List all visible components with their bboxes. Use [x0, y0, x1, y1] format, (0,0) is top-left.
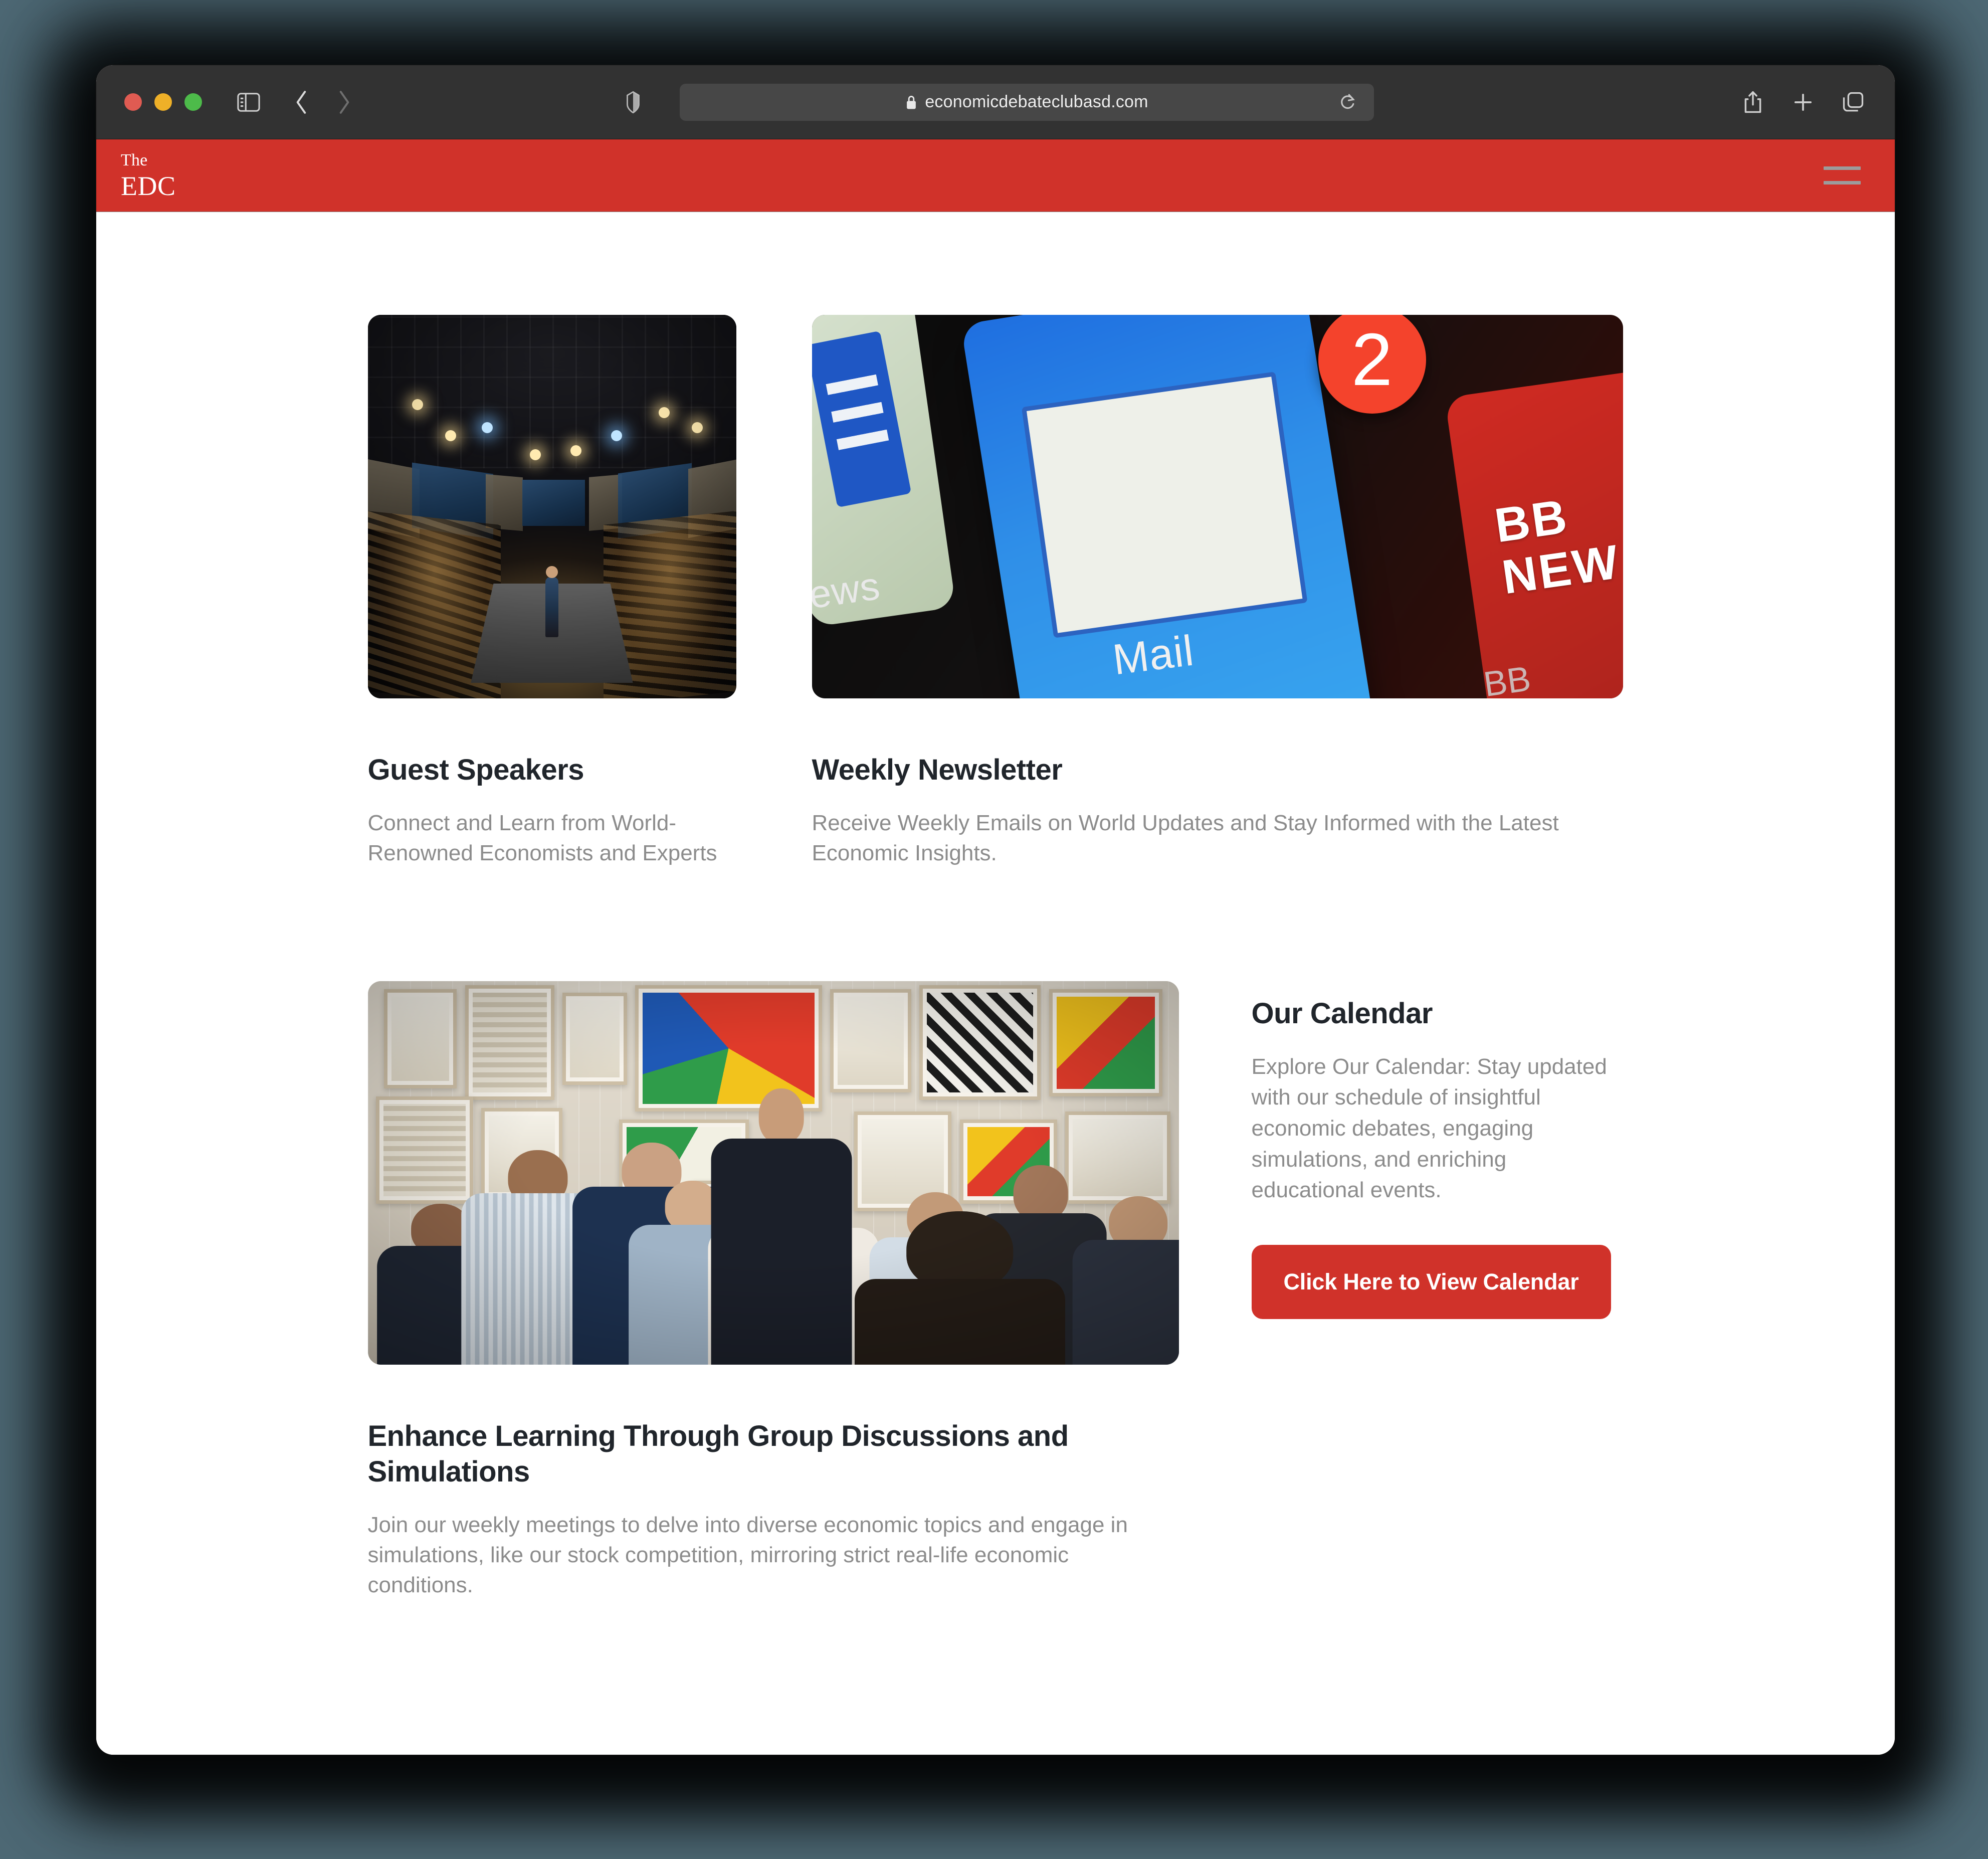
our-calendar-title: Our Calendar [1251, 997, 1433, 1030]
url-text: economicdebateclubasd.com [925, 92, 1148, 111]
back-arrow-icon[interactable] [286, 87, 317, 118]
privacy-shield-icon[interactable] [618, 87, 649, 118]
minimize-window-button[interactable] [154, 93, 172, 111]
weekly-newsletter-title: Weekly Newsletter [812, 754, 1063, 786]
envelope-icon [1021, 371, 1307, 638]
sidebar-toggle-icon[interactable] [233, 87, 264, 118]
feature-row-bottom: Enhance Learning Through Group Discussio… [367, 981, 1624, 1600]
logo-the-text: The [121, 150, 148, 169]
hamburger-menu-icon[interactable] [1823, 160, 1862, 191]
weekly-newsletter-body: Receive Weekly Emails on World Updates a… [812, 810, 1559, 866]
card-group-discussions: Enhance Learning Through Group Discussio… [367, 981, 1179, 1600]
card-weekly-newsletter: 2 BB NEW ews Mail BB Weekly Newsletter R… [812, 315, 1623, 868]
reload-icon[interactable] [1332, 87, 1363, 118]
card-our-calendar: Our Calendar Explore Our Calendar: Stay … [1251, 981, 1623, 1319]
bbc-news-tile: BB NEW [1444, 365, 1623, 698]
logo-edc-text: EDC [121, 170, 176, 201]
bbc-bottom-label: BB [1481, 658, 1533, 698]
guest-speakers-body: Connect and Learn from World-Renowned Ec… [367, 810, 717, 866]
notification-badge: 2 [1318, 315, 1426, 414]
hamburger-bar [1824, 166, 1861, 170]
maximize-window-button[interactable] [184, 93, 202, 111]
address-bar[interactable]: economicdebateclubasd.com [679, 83, 1374, 121]
our-calendar-body: Explore Our Calendar: Stay updated with … [1251, 1054, 1607, 1203]
hamburger-bar [1824, 181, 1861, 184]
web-page-content: The EDC Guest Speakers Connect and Learn… [96, 139, 1895, 1755]
weekly-newsletter-image: 2 BB NEW ews Mail BB [812, 315, 1623, 698]
guest-speakers-image [367, 315, 736, 698]
guest-speakers-title: Guest Speakers [367, 754, 584, 786]
window-traffic-lights [124, 93, 202, 111]
group-discussion-image [367, 981, 1179, 1365]
close-window-button[interactable] [124, 93, 142, 111]
feature-row-top: Guest Speakers Connect and Learn from Wo… [367, 315, 1624, 868]
share-icon[interactable] [1737, 87, 1768, 118]
site-logo[interactable]: The EDC [119, 150, 176, 201]
plus-icon[interactable] [1787, 87, 1819, 118]
group-discussions-body: Join our weekly meetings to delve into d… [367, 1512, 1128, 1598]
main-content: Guest Speakers Connect and Learn from Wo… [96, 212, 1895, 1601]
forward-arrow-icon[interactable] [328, 87, 359, 118]
desktop-backdrop: economicdebateclubasd.com The EDC Guest … [0, 0, 1988, 1859]
mail-app-label: Mail [1110, 626, 1197, 684]
site-header: The EDC [96, 139, 1895, 212]
lock-icon [905, 94, 918, 110]
tab-overview-icon[interactable] [1838, 87, 1869, 118]
browser-toolbar: economicdebateclubasd.com [96, 65, 1895, 139]
browser-window: economicdebateclubasd.com The EDC Guest … [96, 65, 1895, 1755]
card-guest-speakers: Guest Speakers Connect and Learn from Wo… [367, 315, 736, 868]
toolbar-right-actions [1737, 65, 1869, 139]
group-discussions-title: Enhance Learning Through Group Discussio… [367, 1420, 1069, 1489]
view-calendar-button[interactable]: Click Here to View Calendar [1251, 1244, 1611, 1319]
